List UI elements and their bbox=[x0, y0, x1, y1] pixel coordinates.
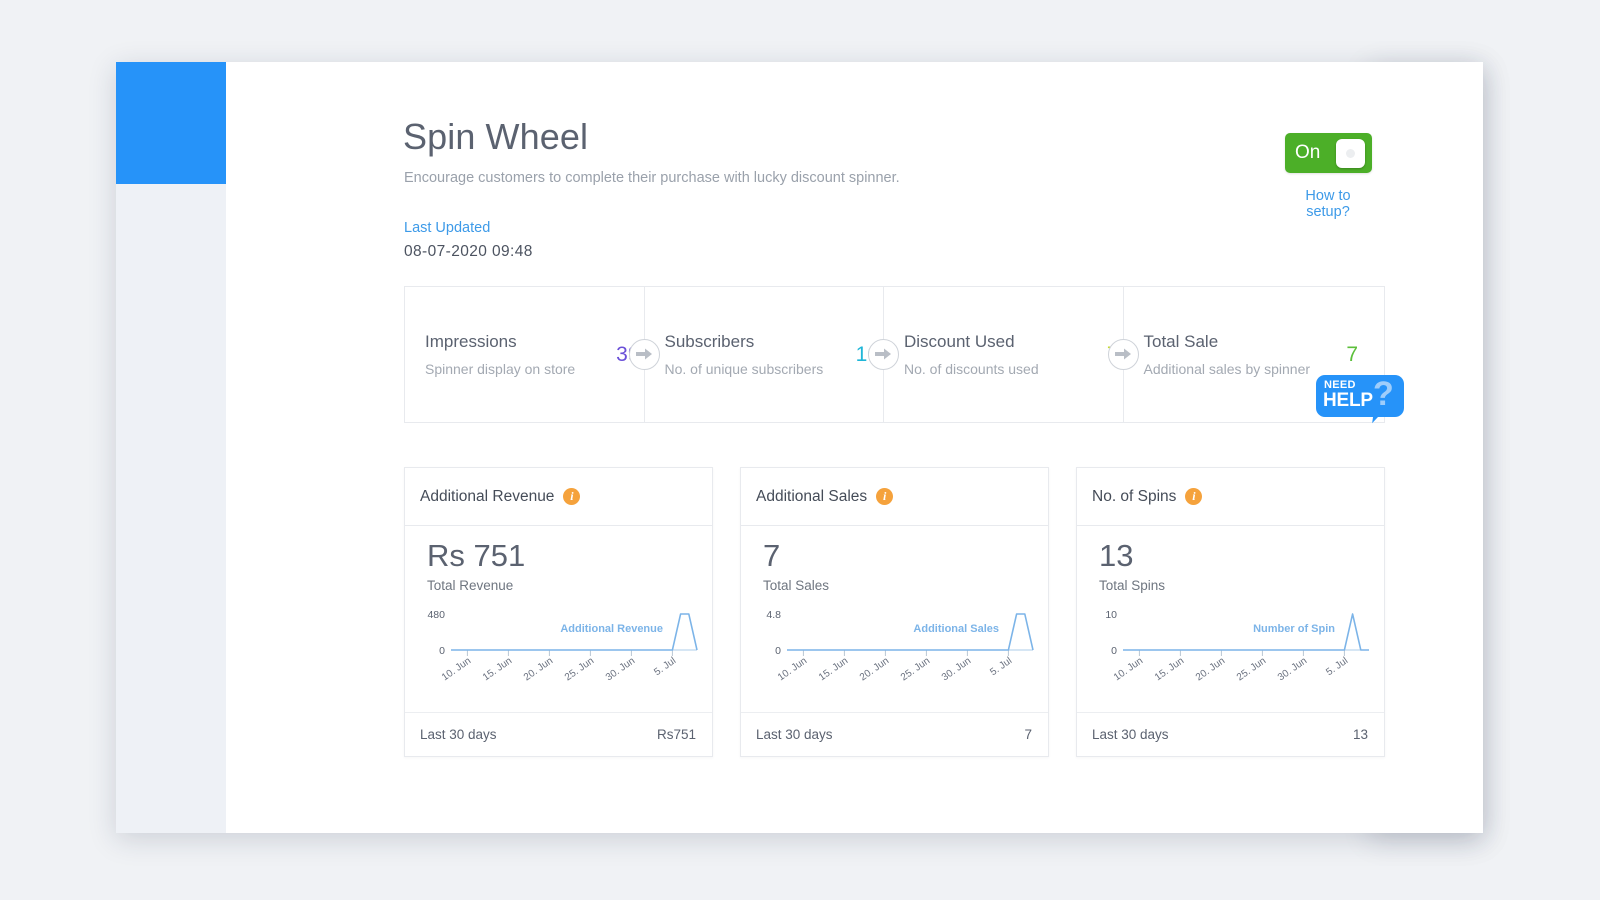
main-content: Spin Wheel Encourage customers to comple… bbox=[226, 62, 1483, 833]
stat-description: No. of unique subscribers bbox=[664, 361, 824, 377]
stat-card-discount-used: Discount Used No. of discounts used 7 bbox=[883, 287, 1139, 422]
card-big-value: Rs 751 bbox=[427, 538, 526, 573]
last-updated-value: 08-07-2020 09:48 bbox=[404, 243, 533, 260]
card-footer: Last 30 days 13 bbox=[1077, 712, 1384, 756]
info-icon[interactable]: i bbox=[876, 488, 894, 505]
stat-card-impressions: Impressions Spinner display on store 39 bbox=[405, 287, 660, 422]
card-title: No. of Spins bbox=[1092, 487, 1177, 505]
svg-text:0: 0 bbox=[1111, 645, 1117, 657]
svg-text:10: 10 bbox=[1105, 609, 1117, 621]
svg-text:25. Jun: 25. Jun bbox=[1235, 655, 1268, 683]
svg-text:5. Jul: 5. Jul bbox=[1324, 655, 1350, 678]
card-footer-right: Rs751 bbox=[656, 727, 696, 742]
stat-description: No. of discounts used bbox=[904, 361, 1039, 377]
card-footer-right: 13 bbox=[1352, 727, 1368, 742]
card-footer: Last 30 days 7 bbox=[741, 712, 1048, 756]
svg-text:4.8: 4.8 bbox=[766, 609, 781, 621]
card-caption: Total Revenue bbox=[427, 577, 514, 593]
card-header: No. of Spins i bbox=[1077, 468, 1384, 526]
card-header: Additional Revenue i bbox=[405, 468, 712, 526]
chart-additional-sales[interactable]: 4.8 0 10. Jun 15. Jun 20. Jun 25. Jun 30. Jun 5… bbox=[747, 598, 1037, 703]
enable-toggle[interactable]: On bbox=[1285, 133, 1372, 173]
question-mark-icon: ? bbox=[1373, 375, 1394, 413]
stat-title: Total Sale bbox=[1143, 332, 1219, 351]
page-subtitle: Encourage customers to complete their pu… bbox=[404, 170, 900, 186]
svg-text:25. Jun: 25. Jun bbox=[563, 655, 596, 683]
info-icon[interactable]: i bbox=[563, 488, 581, 505]
svg-text:0: 0 bbox=[775, 645, 781, 657]
card-body: 13 Total Spins 10 0 10. Jun 15. Jun 20. Jun 2… bbox=[1077, 526, 1384, 712]
stat-title: Discount Used bbox=[904, 332, 1015, 351]
arrow-right-icon bbox=[1107, 338, 1139, 370]
card-additional-revenue: Additional Revenue i Rs 751 Total Revenu… bbox=[404, 467, 713, 757]
svg-text:Number of Spin: Number of Spin bbox=[1253, 623, 1335, 635]
svg-text:20. Jun: 20. Jun bbox=[1194, 655, 1227, 683]
svg-text:20. Jun: 20. Jun bbox=[858, 655, 891, 683]
card-big-value: 7 bbox=[763, 538, 781, 573]
svg-text:10. Jun: 10. Jun bbox=[776, 655, 809, 683]
left-rail-blue-block bbox=[116, 62, 226, 184]
card-big-value: 13 bbox=[1099, 538, 1134, 573]
toggle-knob[interactable] bbox=[1336, 138, 1365, 168]
svg-text:5. Jul: 5. Jul bbox=[652, 655, 678, 678]
stat-title: Subscribers bbox=[664, 332, 755, 351]
stat-title: Impressions bbox=[425, 332, 517, 351]
svg-text:480: 480 bbox=[427, 609, 445, 621]
stat-card-subscribers: Subscribers No. of unique subscribers 10 bbox=[643, 287, 899, 422]
chart-cards: Additional Revenue i Rs 751 Total Revenu… bbox=[404, 467, 1385, 757]
svg-text:30. Jun: 30. Jun bbox=[1276, 655, 1309, 683]
card-footer-right: 7 bbox=[1024, 727, 1032, 742]
arrow-right-icon bbox=[628, 338, 660, 370]
card-caption: Total Spins bbox=[1099, 577, 1166, 593]
need-help-widget[interactable]: NEED HELP ? bbox=[1316, 375, 1404, 425]
card-additional-sales: Additional Sales i 7 Total Sales 4.8 0 10.… bbox=[740, 467, 1049, 757]
card-caption: Total Sales bbox=[763, 577, 830, 593]
card-no-of-spins: No. of Spins i 13 Total Spins 10 0 10. Jun… bbox=[1076, 467, 1385, 757]
svg-text:10. Jun: 10. Jun bbox=[440, 655, 473, 683]
left-rail bbox=[116, 62, 226, 833]
last-updated-label: Last Updated bbox=[404, 220, 491, 236]
card-footer-left: Last 30 days bbox=[420, 727, 497, 742]
chart-additional-revenue[interactable]: 480 0 10. Jun 15. Jun 20. Jun 25. Jun 30. Jun 5… bbox=[411, 598, 701, 703]
card-title: Additional Revenue bbox=[420, 487, 555, 505]
info-icon[interactable]: i bbox=[1185, 488, 1203, 505]
chart-no-of-spins[interactable]: 10 0 10. Jun 15. Jun 20. Jun 25. Jun 30. Jun 5.… bbox=[1083, 598, 1373, 703]
svg-text:30. Jun: 30. Jun bbox=[940, 655, 973, 683]
svg-text:Additional Revenue: Additional Revenue bbox=[560, 623, 663, 635]
svg-text:15. Jun: 15. Jun bbox=[1153, 655, 1186, 683]
page-title: Spin Wheel bbox=[403, 116, 589, 157]
card-footer: Last 30 days Rs751 bbox=[405, 712, 712, 756]
svg-text:5. Jul: 5. Jul bbox=[988, 655, 1014, 678]
stat-description: Spinner display on store bbox=[425, 361, 576, 377]
card-title: Additional Sales bbox=[756, 487, 868, 505]
card-footer-left: Last 30 days bbox=[756, 727, 833, 742]
svg-text:Additional Sales: Additional Sales bbox=[913, 623, 999, 635]
stats-strip: Impressions Spinner display on store 39 … bbox=[404, 286, 1385, 423]
card-body: 7 Total Sales 4.8 0 10. Jun 15. Jun 20. Jun 2… bbox=[741, 526, 1048, 712]
how-to-setup-link[interactable]: How to setup? bbox=[1282, 188, 1374, 220]
svg-text:20. Jun: 20. Jun bbox=[522, 655, 555, 683]
card-footer-left: Last 30 days bbox=[1092, 727, 1169, 742]
need-help-line2: HELP bbox=[1323, 390, 1373, 411]
card-header: Additional Sales i bbox=[741, 468, 1048, 526]
svg-text:25. Jun: 25. Jun bbox=[899, 655, 932, 683]
app-window: Spin Wheel Encourage customers to comple… bbox=[116, 62, 1483, 833]
svg-text:15. Jun: 15. Jun bbox=[817, 655, 850, 683]
arrow-right-icon bbox=[868, 338, 899, 370]
toggle-label: On bbox=[1295, 142, 1321, 163]
svg-text:30. Jun: 30. Jun bbox=[604, 655, 637, 683]
card-body: Rs 751 Total Revenue 480 0 10. Jun 15. Jun 2… bbox=[405, 526, 712, 712]
stat-value: 7 bbox=[1346, 342, 1358, 366]
svg-text:10. Jun: 10. Jun bbox=[1112, 655, 1145, 683]
svg-text:0: 0 bbox=[439, 645, 445, 657]
svg-text:15. Jun: 15. Jun bbox=[481, 655, 514, 683]
